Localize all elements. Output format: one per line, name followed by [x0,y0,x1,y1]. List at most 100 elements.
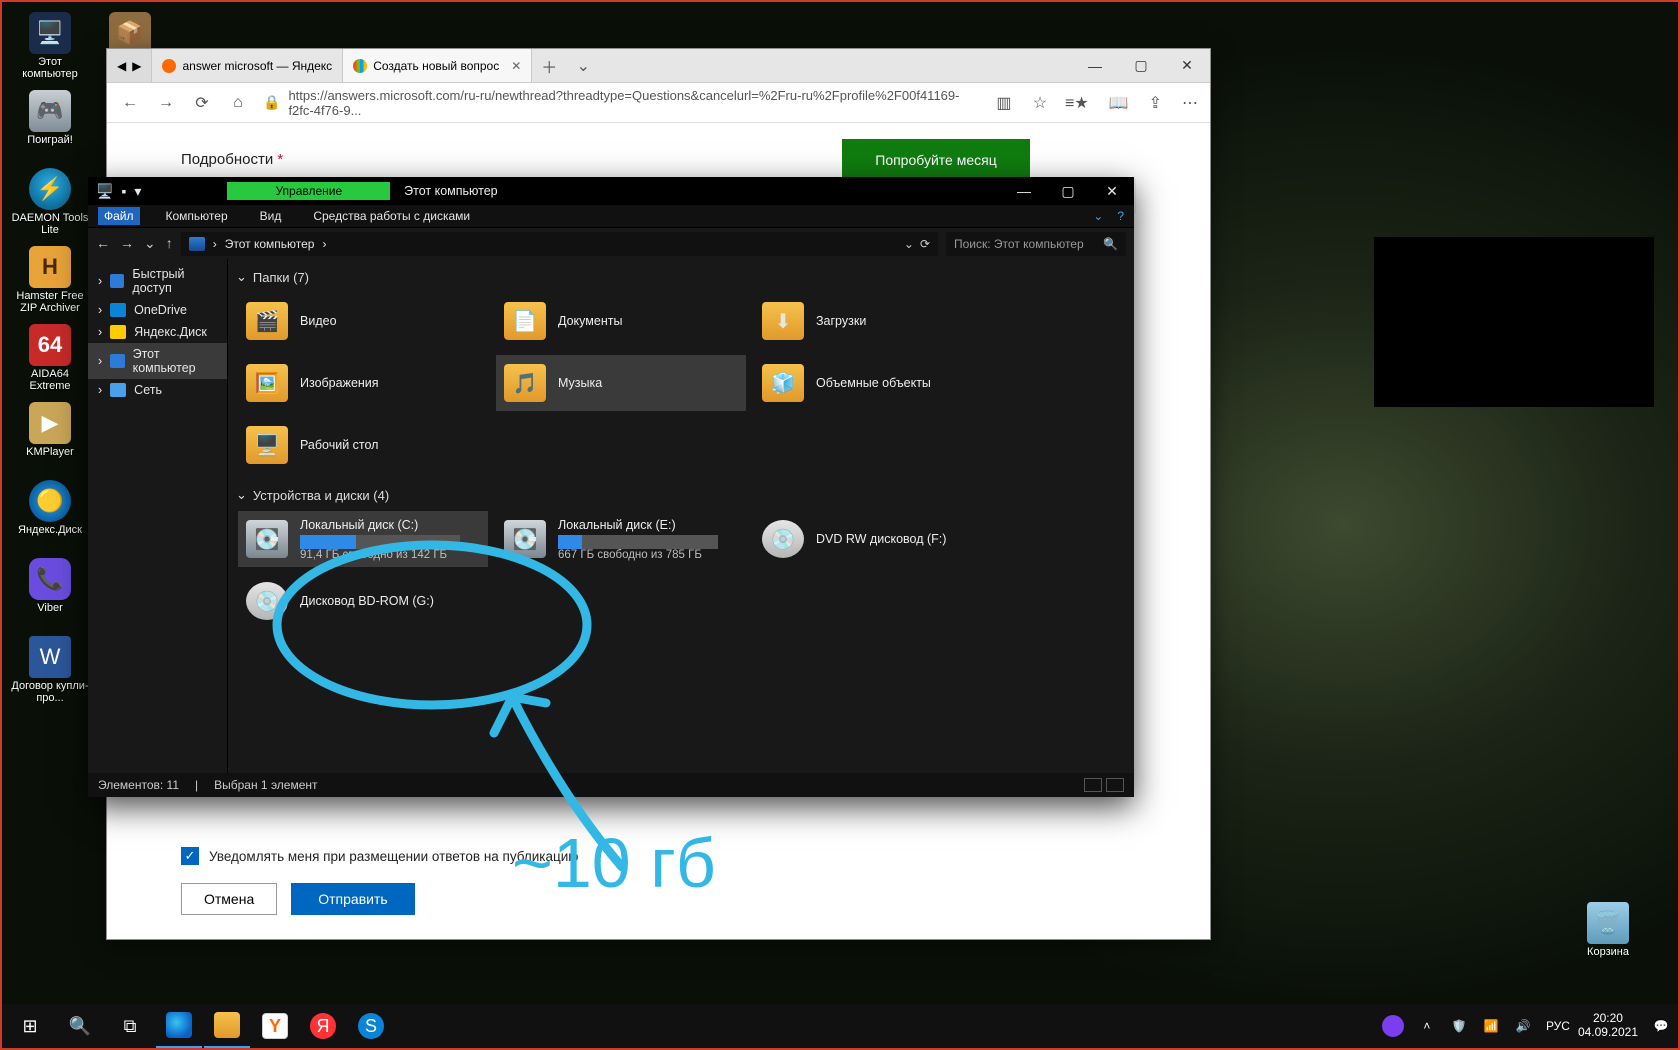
tray-volume-icon[interactable]: 🔊 [1514,1019,1532,1033]
edge-titlebar: ◀▶ answer microsoft — Яндекс Создать нов… [107,49,1210,83]
drive-e[interactable]: 💽 Локальный диск (E:) 667 ГБ свободно из… [496,511,746,567]
desktop-icon-recycle-bin[interactable]: 🗑️Корзина [1568,902,1648,980]
nav-recent-icon[interactable]: ⌄ [144,235,156,252]
desktop-icon-daemon[interactable]: ⚡DAEMON Tools Lite [10,168,90,246]
taskbar-explorer[interactable] [204,1004,250,1048]
desktop-icon-aida64[interactable]: 64AIDA64 Extreme [10,324,90,402]
status-selected: Выбран 1 элемент [214,778,317,792]
taskbar-yandex[interactable]: Y [252,1004,298,1048]
ribbon-file[interactable]: Файл [98,207,140,225]
edge-tab-menu[interactable]: ⌄ [566,49,600,82]
nav-refresh-icon[interactable]: ⟳ [191,93,213,113]
nav-fwd-icon[interactable]: → [120,235,134,252]
close-tab-icon[interactable]: ✕ [511,59,521,73]
desktop-icon-play[interactable]: 🎮Поиграй! [10,90,90,168]
desktop-icon-viber[interactable]: 📞Viber [10,558,90,636]
tray-app-icon[interactable] [1382,1015,1404,1037]
tray-clock[interactable]: 20:2004.09.2021 [1578,1012,1638,1040]
nav-up-icon[interactable]: ↑ [166,235,173,252]
edge-tabprev[interactable]: ◀▶ [107,49,152,82]
favorites-icon[interactable]: ≡★ [1065,93,1089,113]
folder-desktop[interactable]: 🖥️Рабочий стол [238,417,488,473]
try-month-button[interactable]: Попробуйте месяц [842,139,1030,181]
taskview-button[interactable]: ⧉ [106,1004,154,1048]
explorer-search[interactable]: Поиск: Этот компьютер🔍 [946,232,1126,256]
group-folders[interactable]: ⌄Папки (7) [236,269,1124,285]
drive-c[interactable]: 💽 Локальный диск (C:) 91,4 ГБ свободно и… [238,511,488,567]
taskbar-edge[interactable] [156,1004,202,1048]
drive-bdrom[interactable]: 💿 Дисковод BD-ROM (G:) [238,573,488,629]
sidebar-item-quickaccess[interactable]: ›Быстрый доступ [88,263,227,299]
taskbar-skype[interactable]: S [348,1004,394,1048]
folder-video[interactable]: 🎬Видео [238,293,488,349]
nav-fwd-icon[interactable]: → [155,94,177,112]
tray-up-icon[interactable]: ˄ [1418,1019,1436,1033]
sidebar-item-thispc[interactable]: ›Этот компьютер [88,343,227,379]
ribbon-computer[interactable]: Компьютер [160,207,234,225]
explorer-statusbar: Элементов: 11 | Выбран 1 элемент [88,773,1134,797]
ribbon-context-tab[interactable]: Управление [227,182,390,200]
view-details-icon[interactable] [1084,778,1102,792]
notify-label: Уведомлять меня при размещении ответов н… [209,849,578,864]
edge-minimize[interactable]: ― [1072,49,1118,82]
tray-notifications-icon[interactable]: 💬 [1652,1019,1670,1033]
explorer-close[interactable]: ✕ [1090,183,1134,200]
refresh-icon[interactable]: ⟳ [920,237,930,251]
desktop: 🖥️Этот компьютер 🎮Поиграй! ⚡DAEMON Tools… [0,0,1680,1050]
edge-new-tab[interactable]: ＋ [532,49,566,82]
qat-icon[interactable]: ▾ [134,183,141,200]
desktop-icon-kmplayer[interactable]: ▶KMPlayer [10,402,90,480]
explorer-minimize[interactable]: ― [1002,183,1046,200]
reading-list-icon[interactable]: 📖 [1109,93,1129,113]
tray-lang[interactable]: РУС [1546,1019,1564,1033]
qat-icon[interactable]: 🖥️ [96,183,113,200]
lock-icon: 🔒 [263,94,280,111]
view-tiles-icon[interactable] [1106,778,1124,792]
sidebar-item-onedrive[interactable]: ›OneDrive [88,299,227,321]
start-button[interactable]: ⊞ [6,1004,54,1048]
ribbon-help-icon[interactable]: ? [1117,209,1124,223]
edge-tab-2[interactable]: Создать новый вопрос✕ [343,49,532,82]
nav-home-icon[interactable]: ⌂ [227,94,249,112]
folder-documents[interactable]: 📄Документы [496,293,746,349]
url-field[interactable]: 🔒 https://answers.microsoft.com/ru-ru/ne… [263,88,979,118]
notify-checkbox-row[interactable]: ✓ Уведомлять меня при размещении ответов… [181,847,1136,865]
checkbox-checked-icon[interactable]: ✓ [181,847,199,865]
sidebar-item-network[interactable]: ›Сеть [88,379,227,401]
folder-pictures[interactable]: 🖼️Изображения [238,355,488,411]
star-icon[interactable]: ☆ [1029,93,1051,113]
ribbon-expand-icon[interactable]: ⌄ [1093,209,1103,223]
breadcrumb[interactable]: › Этот компьютер › ⌄⟳ [181,232,938,256]
taskbar-yandex-red[interactable]: Я [300,1004,346,1048]
tray-defender-icon[interactable]: 🛡️ [1450,1019,1468,1033]
qat-icon[interactable]: ▪ [121,183,126,200]
explorer-maximize[interactable]: ▢ [1046,183,1090,200]
submit-button[interactable]: Отправить [291,883,414,915]
folder-3d[interactable]: 🧊Объемные объекты [754,355,1004,411]
edge-maximize[interactable]: ▢ [1118,49,1164,82]
ribbon-drive-tools[interactable]: Средства работы с дисками [307,207,476,225]
folder-downloads[interactable]: ⬇Загрузки [754,293,1004,349]
nav-back-icon[interactable]: ← [96,235,110,252]
share-icon[interactable]: ⇪ [1149,93,1162,113]
drive-dvd[interactable]: 💿 DVD RW дисковод (F:) [754,511,1004,567]
sidebar-item-yandexdisk[interactable]: ›Яндекс.Диск [88,321,227,343]
group-drives[interactable]: ⌄Устройства и диски (4) [236,487,1124,503]
search-icon: 🔍 [1103,237,1118,251]
edge-close[interactable]: ✕ [1164,49,1210,82]
nav-back-icon[interactable]: ← [119,94,141,112]
edge-tab-1[interactable]: answer microsoft — Яндекс [152,49,343,82]
desktop-icon-this-pc[interactable]: 🖥️Этот компьютер [10,12,90,90]
reader-icon[interactable]: ▥ [993,93,1015,113]
more-icon[interactable]: ⋯ [1182,93,1198,113]
cancel-button[interactable]: Отмена [181,883,277,915]
folder-music[interactable]: 🎵Музыка [496,355,746,411]
desktop-icon-hamster[interactable]: HHamster Free ZIP Archiver [10,246,90,324]
desktop-icon-word-doc[interactable]: WДоговор купли-про... [10,636,90,714]
ribbon-view[interactable]: Вид [254,207,288,225]
wallpaper-dark-region [1374,237,1654,407]
tray-network-icon[interactable]: 📶 [1482,1019,1500,1033]
desktop-icon-yandex-disk[interactable]: 🟡Яндекс.Диск [10,480,90,558]
chevron-down-icon[interactable]: ⌄ [904,237,914,251]
search-button[interactable]: 🔍 [56,1004,104,1048]
